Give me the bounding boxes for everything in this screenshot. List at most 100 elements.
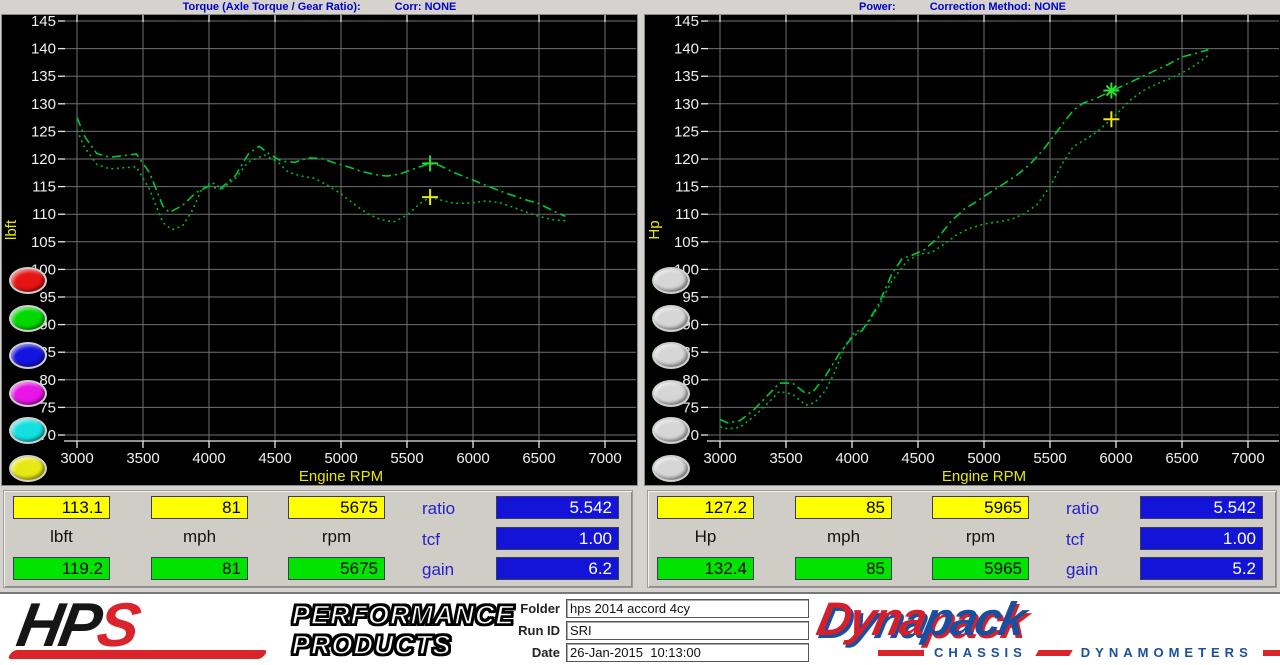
torque-panel-titlebar: Torque (Axle Torque / Gear Ratio): Corr:… [1, 0, 638, 14]
torque-yellow-cursor-value: 113.1 [13, 496, 110, 519]
folder-field-row: Folder [498, 599, 809, 617]
rpm-unit-label: rpm [288, 527, 385, 547]
svg-text:145: 145 [31, 15, 56, 30]
svg-text:5000: 5000 [324, 450, 357, 467]
runid-input[interactable] [566, 621, 809, 640]
svg-text:7000: 7000 [1231, 450, 1264, 467]
svg-text:3000: 3000 [703, 450, 736, 467]
dynapack-dynamometers-text: DYNAMOMETERS [1081, 645, 1253, 660]
svg-text:130: 130 [674, 96, 699, 113]
run-slot-button-5[interactable] [9, 417, 47, 444]
run-slot-button-6[interactable] [9, 455, 47, 482]
power-title: Power: [859, 1, 896, 13]
svg-text:115: 115 [675, 179, 699, 196]
dynapack-chassis-text: CHASSIS [934, 645, 1027, 660]
run-slot-button-6[interactable] [652, 455, 690, 482]
svg-text:110: 110 [675, 206, 699, 223]
footer-bar: HPS PERFORMANCE PRODUCTS Folder Run ID D… [0, 592, 1280, 665]
dynapack-red-bar [1035, 650, 1072, 656]
power-chart-panel: Power: Correction Method: NONE 707580859… [644, 0, 1280, 488]
svg-text:105: 105 [31, 234, 56, 251]
svg-text:120: 120 [674, 151, 699, 168]
run-slot-button-3[interactable] [9, 342, 47, 369]
axes-ticks [58, 15, 636, 448]
gridlines [707, 21, 1279, 441]
x-axis-name: Engine RPM [942, 468, 1026, 485]
torque-readout-strip: 113.1 81 5675 lbft mph rpm 119.2 81 5675… [3, 490, 633, 588]
svg-text:6500: 6500 [1165, 450, 1198, 467]
dyno-software-window: Torque (Axle Torque / Gear Ratio): Corr:… [0, 0, 1280, 665]
svg-text:140: 140 [674, 41, 699, 58]
run-slot-button-1[interactable] [9, 267, 47, 294]
power-correction-label: Correction Method: NONE [930, 1, 1066, 13]
svg-text:135: 135 [674, 68, 699, 85]
y-axis-name: lbft [3, 219, 20, 240]
speed-unit-label: mph [151, 527, 248, 547]
power-yellow-cursor-value: 127.2 [657, 496, 754, 519]
torque-unit-label: lbft [13, 527, 110, 547]
svg-text:110: 110 [32, 206, 56, 223]
cursor-marker[interactable] [422, 155, 438, 171]
power-plot: 7075808590951001051101151201251301351401… [645, 15, 1280, 485]
torque-correction-label: Corr: NONE [395, 1, 457, 13]
hps-performance-products-text: PERFORMANCE PRODUCTS [292, 600, 515, 660]
svg-text:6500: 6500 [522, 450, 555, 467]
date-label: Date [498, 645, 560, 660]
svg-text:5500: 5500 [390, 450, 423, 467]
torque-title: Torque (Axle Torque / Gear Ratio): [183, 1, 361, 13]
dynapack-red-bar [878, 650, 924, 656]
cursor-marker[interactable] [1103, 83, 1119, 99]
cursor-marker[interactable] [422, 189, 438, 205]
svg-text:5000: 5000 [967, 450, 1000, 467]
speed-yellow-cursor-value: 81 [151, 496, 248, 519]
svg-text:135: 135 [31, 68, 56, 85]
run-slot-button-1[interactable] [652, 267, 690, 294]
svg-text:115: 115 [32, 179, 56, 196]
run-slot-button-3[interactable] [652, 342, 690, 369]
gain-value: 6.2 [496, 557, 619, 580]
tcf-label: tcf [1066, 530, 1084, 550]
tick-labels: 7075808590951001051101151201251301351401… [674, 15, 1265, 467]
dynapack-word-dyna: Dyna [812, 592, 930, 645]
run-slot-button-2[interactable] [652, 305, 690, 332]
run-slot-button-4[interactable] [9, 380, 47, 407]
torque-chart-panel: Torque (Axle Torque / Gear Ratio): Corr:… [1, 0, 638, 488]
hps-logo-swoosh [7, 650, 268, 659]
tcf-value: 1.00 [1140, 527, 1263, 550]
svg-text:125: 125 [31, 123, 56, 140]
power-curve-dashdot [720, 50, 1208, 423]
ratio-value: 5.542 [1140, 496, 1263, 519]
power-unit-label: Hp [657, 527, 754, 547]
cursor-marker[interactable] [1103, 111, 1119, 127]
folder-input[interactable] [566, 599, 809, 618]
run-slot-button-4[interactable] [652, 380, 690, 407]
svg-text:140: 140 [31, 41, 56, 58]
x-axis-name: Engine RPM [299, 468, 383, 485]
gridlines [64, 21, 636, 441]
date-input[interactable] [566, 643, 809, 662]
svg-text:6000: 6000 [456, 450, 489, 467]
svg-text:3500: 3500 [769, 450, 802, 467]
gain-label: gain [422, 560, 454, 580]
run-slot-button-2[interactable] [9, 305, 47, 332]
run-slot-button-5[interactable] [652, 417, 690, 444]
torque-plot: 7075808590951001051101151201251301351401… [2, 15, 637, 485]
svg-text:4500: 4500 [258, 450, 291, 467]
torque-curve-dashdot [77, 118, 565, 217]
power-readout-strip: 127.2 85 5965 Hp mph rpm 132.4 85 5965 r… [647, 490, 1277, 588]
svg-text:6000: 6000 [1099, 450, 1132, 467]
svg-text:3000: 3000 [60, 450, 93, 467]
runid-label: Run ID [498, 623, 560, 638]
svg-text:4000: 4000 [192, 450, 225, 467]
svg-text:125: 125 [674, 123, 699, 140]
ratio-value: 5.542 [496, 496, 619, 519]
ratio-label: ratio [422, 499, 455, 519]
torque-chart-area: 7075808590951001051101151201251301351401… [1, 14, 638, 486]
torque-curve-dotted [77, 130, 565, 229]
hps-logo: HPS [13, 596, 142, 656]
rpm-yellow-cursor-value: 5675 [288, 496, 385, 519]
speed-unit-label: mph [795, 527, 892, 547]
dynapack-red-bar [1263, 650, 1280, 656]
svg-text:7000: 7000 [588, 450, 621, 467]
speed-green-cursor-value: 81 [151, 557, 248, 580]
